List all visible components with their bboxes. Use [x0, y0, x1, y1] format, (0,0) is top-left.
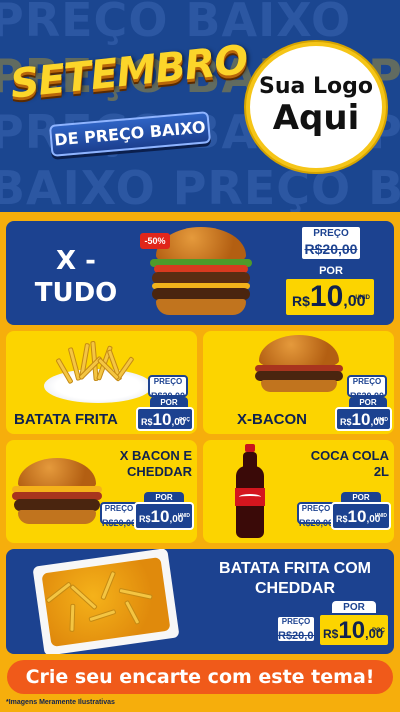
disclaimer-text: *Imagens Meramente Ilustrativas — [6, 699, 115, 706]
price-integer: 10 — [351, 410, 371, 429]
product-card-x-tudo[interactable]: X - TUDO -50% PREÇO R$20,00 POR R$10,00 … — [6, 221, 394, 325]
logo-line1: Sua Logo — [258, 74, 373, 99]
new-price: R$10,00 UNID — [284, 277, 376, 317]
old-price-label: PREÇO — [104, 504, 134, 513]
new-price: R$10,00 UNID — [335, 407, 392, 431]
product-name: BATATA FRITA COM CHEDDAR — [202, 559, 388, 599]
price-currency: R$ — [292, 293, 310, 309]
header-banner: PREÇO BAIXO PREÇO BAIXO PRE PREÇO BAIXO … — [0, 0, 400, 212]
old-price: R$20,00 — [299, 518, 334, 528]
price-currency: R$ — [340, 417, 352, 427]
product-name-line2: CHEDDAR — [127, 464, 192, 479]
fries-cheddar-image — [32, 549, 180, 654]
new-price: R$10,00 UNID — [331, 502, 391, 530]
price-currency: R$ — [323, 627, 339, 641]
price-integer: 10 — [338, 617, 366, 644]
old-price: R$20,00 — [278, 630, 320, 642]
product-name-line2: 2L — [373, 464, 389, 479]
new-price: R$10,00 UNID — [134, 502, 194, 530]
old-price-label: PREÇO — [281, 617, 311, 626]
old-price-box: PREÇO R$20,00 — [300, 225, 362, 261]
product-name-line2: TUDO — [34, 278, 118, 308]
product-name: X - TUDO — [16, 245, 136, 309]
price-unit: UNID — [375, 417, 388, 423]
product-name-line1: BATATA FRITA COM — [219, 560, 371, 577]
discount-badge: -50% — [140, 233, 170, 249]
price-unit: UNID — [355, 295, 370, 301]
price-unit: POÇ — [179, 417, 190, 423]
product-card-x-bacon[interactable]: X-BACON PREÇO R$20,00 POR R$10,00 UNID — [203, 331, 394, 434]
old-price-box: PREÇO R$20,00 — [148, 375, 188, 401]
price-integer: 10 — [309, 280, 344, 313]
price-integer: 10 — [150, 507, 170, 526]
burger-image — [251, 335, 347, 399]
product-name: COCA COLA 2L — [293, 448, 389, 480]
logo-placeholder[interactable]: Sua Logo Aqui — [246, 42, 386, 172]
product-name: X BACON E CHEDDAR — [102, 448, 192, 480]
product-name: X-BACON — [237, 411, 307, 428]
price-unit: UNID — [177, 513, 190, 519]
cta-button[interactable]: Crie seu encarte com este tema! — [7, 660, 393, 694]
price-currency: R$ — [139, 514, 151, 524]
title-sub: DE PREÇO BAIXO — [48, 111, 212, 157]
product-name: BATATA FRITA — [14, 411, 118, 428]
new-price: R$10,00 POÇ — [318, 613, 390, 647]
product-name-line1: X BACON E — [119, 448, 192, 463]
old-price-label: PREÇO — [153, 377, 183, 386]
price-unit: POÇ — [371, 628, 385, 634]
product-name-line2: CHEDDAR — [255, 580, 335, 597]
price-currency: R$ — [141, 417, 153, 427]
new-price: R$10,00 POÇ — [136, 407, 194, 431]
old-price-box: PREÇO R$20,00 — [276, 615, 320, 643]
price-integer: 10 — [152, 410, 172, 429]
old-price: R$20,00 — [102, 518, 137, 528]
product-card-batata-frita[interactable]: BATATA FRITA PREÇO R$20,00 POR R$10,00 P… — [6, 331, 197, 434]
campaign-title: SETEMBRO DE PREÇO BAIXO — [8, 37, 250, 160]
product-card-batata-cheddar[interactable]: BATATA FRITA COM CHEDDAR PREÇO R$20,00 P… — [6, 549, 394, 654]
burger-image — [10, 458, 106, 530]
logo-line2: Aqui — [272, 98, 360, 138]
old-price-label: PREÇO — [301, 504, 331, 513]
price-unit: UNID — [374, 513, 387, 519]
product-card-coca-cola[interactable]: COCA COLA 2L PREÇO R$20,00 POR R$10,00 U… — [203, 440, 394, 543]
price-currency: R$ — [336, 514, 348, 524]
fries-stack — [55, 337, 138, 387]
old-price-box: PREÇO R$20,00 — [100, 502, 138, 528]
product-card-x-bacon-cheddar[interactable]: X BACON E CHEDDAR PREÇO R$20,00 POR R$10… — [6, 440, 197, 543]
old-price: R$20,00 — [304, 241, 358, 257]
product-name-line1: X - — [56, 246, 96, 276]
product-name-line1: COCA COLA — [310, 448, 389, 463]
old-price-label: PREÇO — [313, 228, 349, 239]
title-main: SETEMBRO — [8, 37, 250, 108]
old-price-label: PREÇO — [352, 377, 382, 386]
price-integer: 10 — [347, 507, 367, 526]
old-price-box: PREÇO R$20,00 — [297, 502, 335, 528]
old-price-box: PREÇO R$20,00 — [347, 375, 387, 401]
coke-bottle-image — [233, 444, 267, 540]
